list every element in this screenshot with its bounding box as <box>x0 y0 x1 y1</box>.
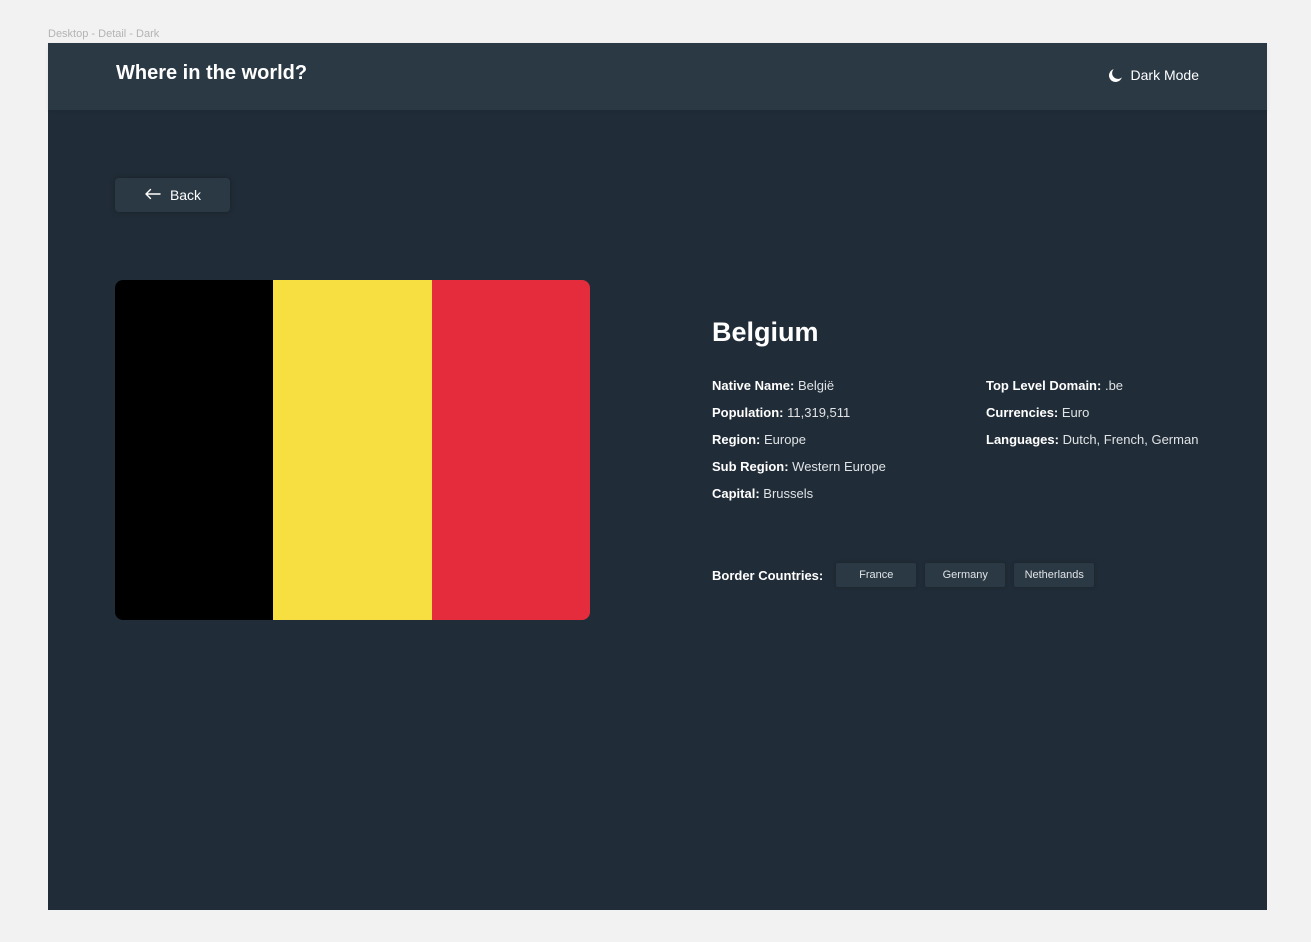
detail-value: Dutch, French, German <box>1062 432 1199 447</box>
app-header: Where in the world? Dark Mode <box>48 43 1267 110</box>
detail-label: Region: <box>712 432 761 447</box>
back-button-label: Back <box>169 187 202 203</box>
border-country-button[interactable]: France <box>836 563 917 587</box>
detail-native-name: Native Name: België <box>712 377 986 394</box>
detail-label: Capital: <box>712 486 760 501</box>
border-countries: Border Countries: France Germany Netherl… <box>712 563 1103 587</box>
detail-population: Population: 11,319,511 <box>712 404 986 421</box>
detail-label: Population: <box>712 405 784 420</box>
detail-value: Euro <box>1061 405 1090 420</box>
country-flag <box>115 280 590 620</box>
border-country-button[interactable]: Germany <box>925 563 1006 587</box>
detail-region: Region: Europe <box>712 431 986 448</box>
detail-label: Sub Region: <box>712 459 789 474</box>
detail-value: Western Europe <box>792 459 886 474</box>
country-name: Belgium <box>712 317 819 347</box>
detail-sub-region: Sub Region: Western Europe <box>712 458 986 475</box>
back-button[interactable]: Back <box>115 178 230 212</box>
detail-value: 11,319,511 <box>787 405 851 420</box>
detail-value: België <box>798 378 835 393</box>
app-title[interactable]: Where in the world? <box>116 62 307 85</box>
border-country-button[interactable]: Netherlands <box>1014 563 1095 587</box>
detail-label: Currencies: <box>986 405 1059 420</box>
country-details: Belgium Native Name: België Population: … <box>712 315 1232 512</box>
details-right-column: Top Level Domain: .be Currencies: Euro L… <box>986 377 1232 512</box>
border-countries-label: Border Countries: <box>712 567 824 583</box>
detail-label: Native Name: <box>712 378 795 393</box>
theme-toggle-label: Dark Mode <box>1130 67 1199 83</box>
theme-toggle-button[interactable]: Dark Mode <box>1108 67 1199 83</box>
flag-stripe-red <box>431 280 590 620</box>
detail-label: Languages: <box>986 432 1059 447</box>
flag-stripe-black <box>115 280 274 620</box>
details-left-column: Native Name: België Population: 11,319,5… <box>712 377 986 512</box>
flag-stripe-yellow <box>273 280 432 620</box>
page: Where in the world? Dark Mode Back Belgi… <box>48 43 1267 910</box>
moon-icon <box>1108 68 1123 83</box>
arrow-left-icon <box>144 187 161 203</box>
detail-value: Brussels <box>763 486 814 501</box>
detail-languages: Languages: Dutch, French, German <box>986 431 1232 448</box>
detail-label: Top Level Domain: <box>986 378 1102 393</box>
detail-currencies: Currencies: Euro <box>986 404 1232 421</box>
detail-value: .be <box>1104 378 1124 393</box>
detail-value: Europe <box>764 432 806 447</box>
frame-label: Desktop - Detail - Dark <box>48 28 160 40</box>
detail-capital: Capital: Brussels <box>712 485 986 502</box>
detail-top-level-domain: Top Level Domain: .be <box>986 377 1232 394</box>
